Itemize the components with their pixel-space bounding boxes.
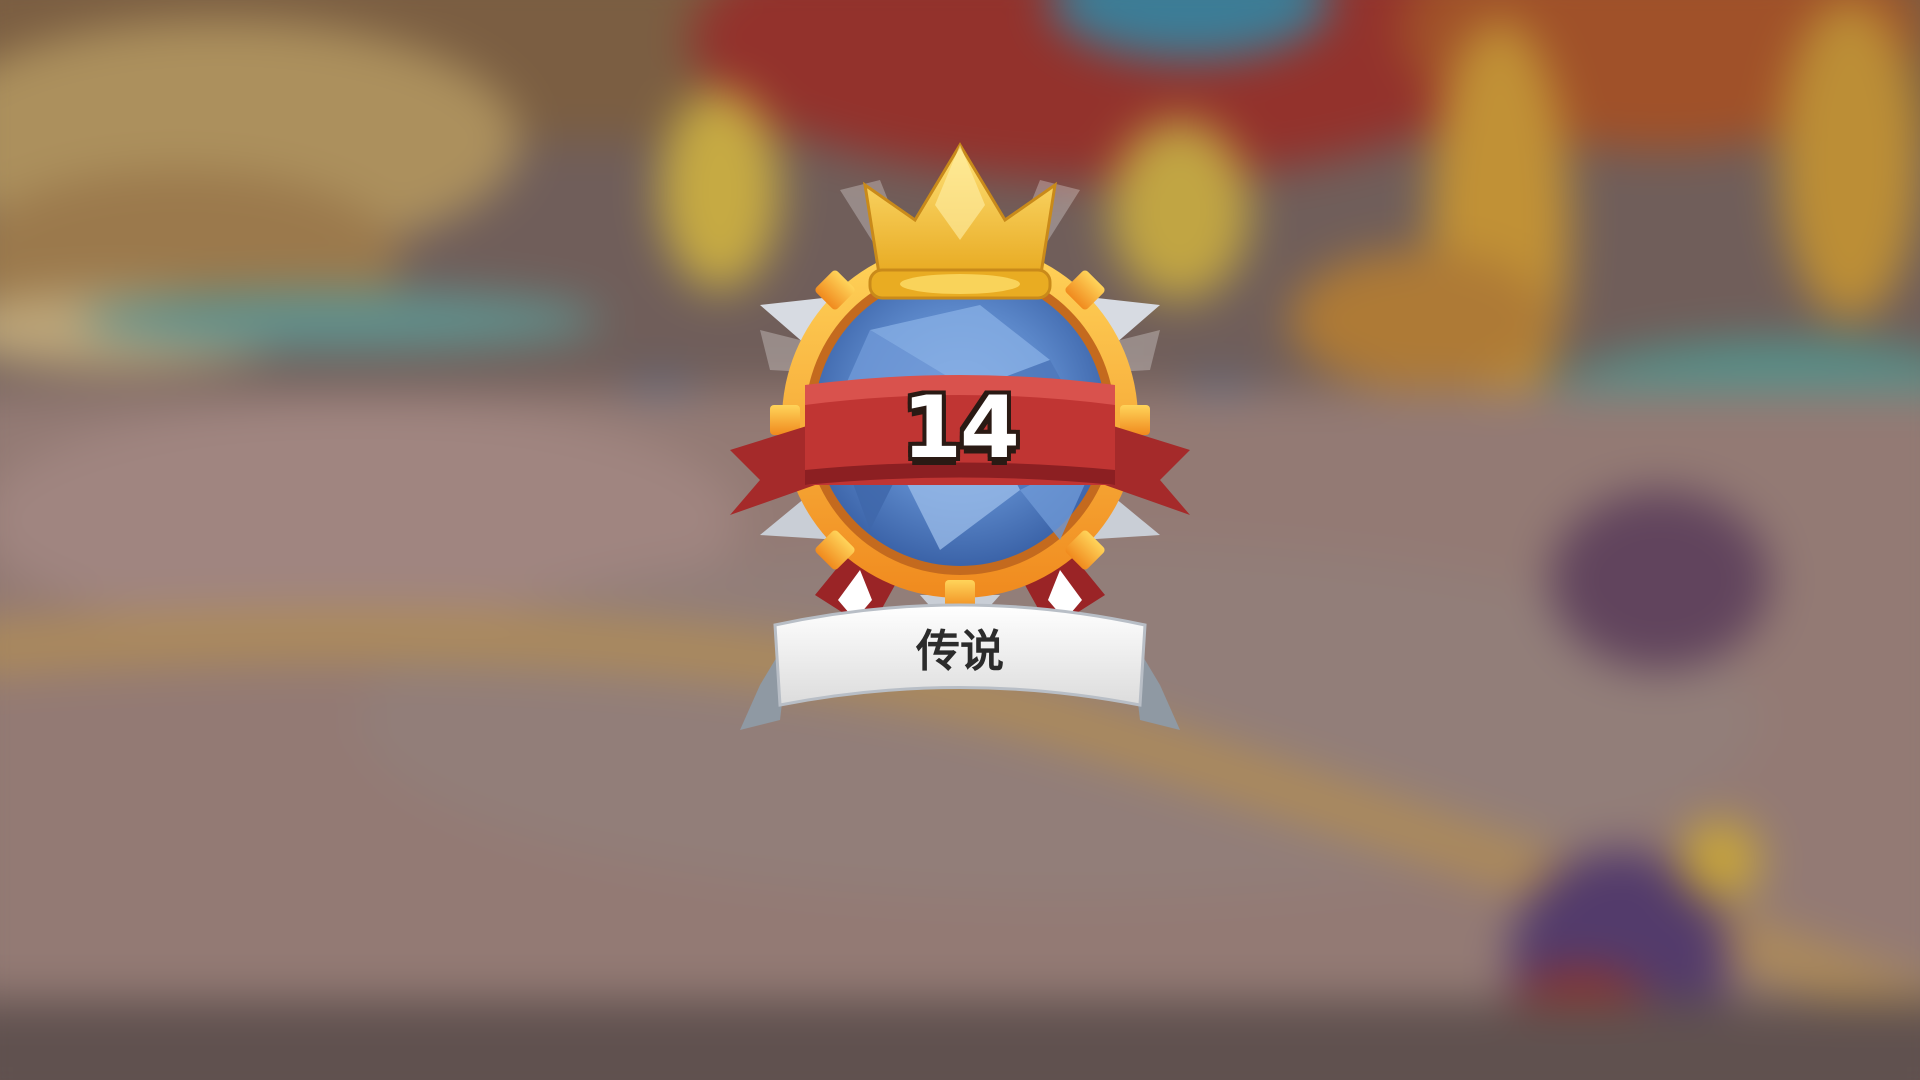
rank-title-label: 传说 xyxy=(916,626,1004,677)
crown-icon xyxy=(862,142,1058,300)
level-up-screen: 14 传说 xyxy=(0,0,1920,1080)
rank-level-number: 14 xyxy=(902,378,1020,478)
rank-badge: 14 传说 xyxy=(720,130,1200,770)
